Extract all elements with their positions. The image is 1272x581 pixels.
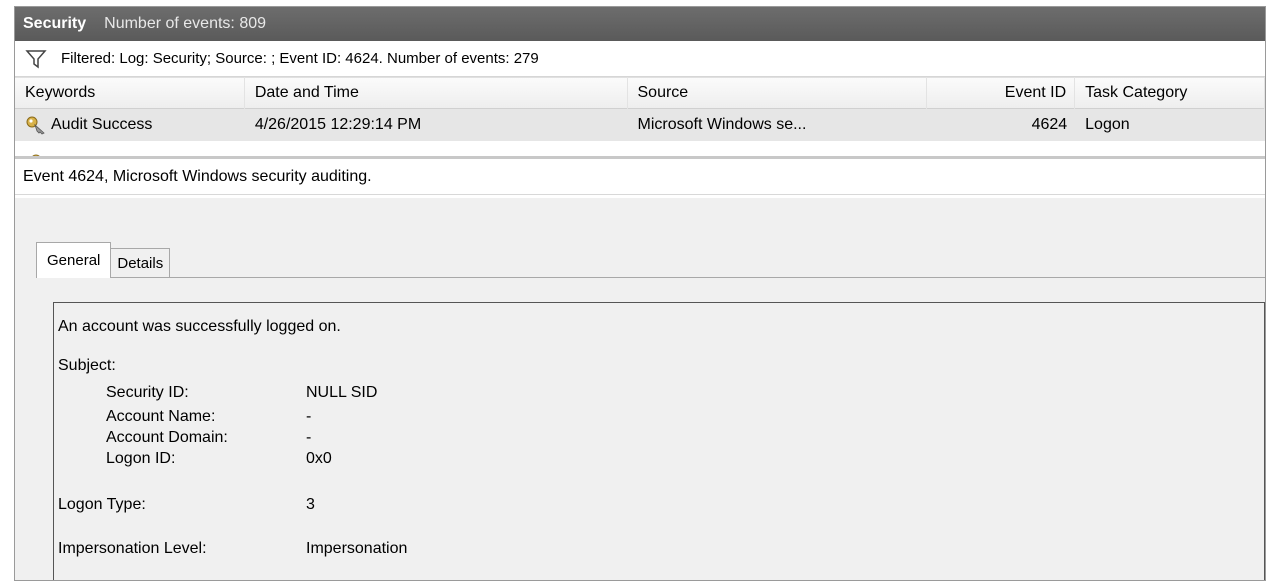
field-logon-type: Logon Type: 3 [58, 495, 315, 513]
subject-label: Subject: [58, 356, 116, 374]
filter-description: Filtered: Log: Security; Source: ; Event… [61, 50, 539, 67]
key-icon [32, 154, 40, 156]
event-viewer-panel: Security Number of events: 809 Filtered:… [14, 6, 1266, 581]
event-message-box[interactable]: An account was successfully logged on. S… [53, 302, 1265, 580]
tab-general[interactable]: General [36, 242, 112, 278]
row-source: Microsoft Windows se... [637, 116, 807, 133]
event-list[interactable]: Keywords Date and Time Source Event ID T… [15, 77, 1265, 159]
funnel-icon [25, 49, 47, 68]
message-line: An account was successfully logged on. [58, 317, 341, 335]
table-row[interactable]: Audit Success 4/26/2015 12:29:14 PM Micr… [15, 109, 1265, 141]
tab-divider [36, 277, 1265, 278]
field-logon-id: Logon ID: 0x0 [106, 449, 332, 467]
log-name: Security [23, 15, 87, 32]
list-header: Keywords Date and Time Source Event ID T… [15, 77, 1265, 109]
column-event-id[interactable]: Event ID [927, 77, 1076, 109]
row-date-time: 4/26/2015 12:29:14 PM [254, 116, 422, 133]
log-title-bar: Security Number of events: 809 [15, 7, 1265, 41]
row-keywords: Audit Success [15, 115, 245, 135]
event-detail-title: Event 4624, Microsoft Windows security a… [15, 159, 1265, 195]
event-detail-pane: General Details An account was successfu… [15, 198, 1265, 580]
column-source[interactable]: Source [628, 77, 928, 109]
filter-bar: Filtered: Log: Security; Source: ; Event… [15, 41, 1265, 77]
key-icon [26, 116, 45, 135]
field-account-domain: Account Domain: - [106, 428, 312, 446]
field-account-name: Account Name: - [106, 407, 312, 425]
column-keywords[interactable]: Keywords [15, 77, 245, 109]
row-task-category: Logon [1085, 116, 1130, 133]
column-task-category[interactable]: Task Category [1075, 77, 1265, 109]
field-security-id: Security ID: NULL SID [106, 383, 378, 401]
tab-details[interactable]: Details [110, 248, 171, 278]
column-date-time[interactable]: Date and Time [245, 77, 628, 109]
row-event-id: 4624 [1031, 116, 1068, 133]
event-count: Number of events: 809 [104, 15, 267, 32]
detail-tabs: General Details [36, 242, 171, 278]
field-impersonation-level: Impersonation Level: Impersonation [58, 539, 408, 557]
